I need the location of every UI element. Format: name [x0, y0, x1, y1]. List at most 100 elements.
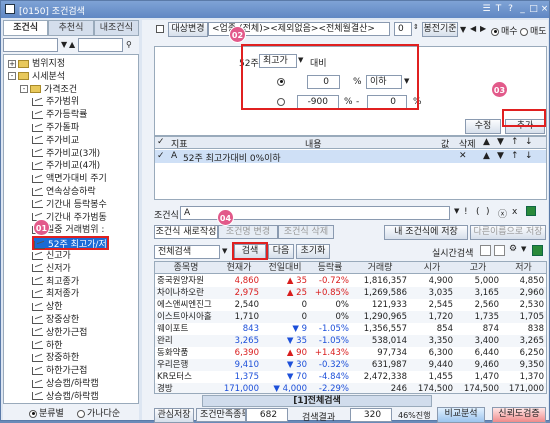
menu-icon[interactable]: ☰: [481, 3, 492, 15]
chart-icon[interactable]: [480, 245, 491, 256]
move-top-icon[interactable]: ↑: [511, 151, 519, 161]
step-badge-01: 01: [33, 219, 50, 236]
tree-node-label: 주가비교(4개): [46, 161, 101, 172]
list-icon[interactable]: [494, 245, 505, 256]
radio-sell[interactable]: 매도: [520, 24, 547, 37]
tree-node-label: 장중상한: [46, 315, 80, 325]
next-button[interactable]: 다음: [268, 244, 294, 259]
count-label: 조건만족종목: [196, 408, 246, 422]
expand-icon[interactable]: +: [8, 59, 16, 68]
save-as-button[interactable]: 다른이름으로 저장: [470, 225, 546, 240]
cell-high-price: 3,165: [474, 288, 499, 298]
cell-high-price: 174,500: [463, 384, 499, 394]
cell-high-price: 3,400: [474, 336, 499, 346]
cell-open-price: 6,300: [428, 348, 453, 358]
cell-change: ▼ 4,000: [261, 383, 309, 393]
move-bottom-icon[interactable]: ↓: [525, 151, 533, 161]
search-icon[interactable]: ⚲: [126, 40, 132, 49]
row-checkbox[interactable]: ✓: [157, 151, 165, 161]
dropdown-icon[interactable]: ▼: [454, 207, 459, 215]
cell-change: 0: [261, 311, 309, 323]
col-change-rate[interactable]: 등락률: [309, 262, 351, 274]
tab-recommend[interactable]: 추천식: [48, 20, 94, 36]
col-change[interactable]: 전일대비: [261, 262, 309, 274]
help-icon[interactable]: ?: [505, 3, 516, 15]
spinner-icon[interactable]: ⇕: [413, 23, 419, 31]
tree-node-label: 일중 거래범위 :: [46, 225, 105, 236]
change-value: 0: [301, 312, 307, 322]
dropdown-icon[interactable]: ▼: [521, 245, 526, 253]
cell-high-price: 1,735: [474, 312, 499, 322]
chart-line-icon: [32, 353, 43, 362]
tab-all-search[interactable]: [1]전체검색: [202, 395, 432, 407]
tree-node-label: 범위지정: [32, 59, 66, 69]
condition-grid-header: ✓ 지표 내용 값 삭제 ▲ ▼ ↑ ↓: [155, 137, 546, 150]
radio-buy[interactable]: 매수: [491, 24, 518, 37]
col-stock-name[interactable]: 종목명: [155, 262, 217, 274]
collapse-icon[interactable]: -: [20, 85, 28, 94]
cell-volume: 1,356,557: [363, 324, 407, 334]
tree-filter-select[interactable]: [3, 38, 58, 52]
font-icon[interactable]: T: [493, 3, 504, 15]
reset-button[interactable]: 초기화: [296, 244, 330, 259]
op-open[interactable]: (: [476, 207, 480, 217]
delete-formula-button[interactable]: 조건식 삭제: [278, 225, 334, 239]
col-low-price[interactable]: 저가: [501, 262, 546, 274]
op-clear[interactable]: x: [512, 207, 517, 217]
new-formula-button[interactable]: 조건식 새로작성: [154, 225, 218, 239]
cell-volume: 246: [390, 384, 407, 394]
col-volume[interactable]: 거래량: [351, 262, 409, 274]
move-up-icon[interactable]: ▲: [483, 151, 490, 161]
tree-node[interactable]: 상승캡/하락캡: [32, 390, 99, 403]
edit-button[interactable]: 수정: [465, 119, 501, 134]
cell-current-price: 4,860: [234, 276, 259, 286]
rename-button[interactable]: 조건명 변경: [218, 225, 278, 239]
condition-row[interactable]: ✓ A 52주 최고가대비 0%이하 ✕ ▲ ▼ ↑ ↓: [155, 150, 546, 164]
tab-my-condition[interactable]: 내조건식: [93, 20, 139, 36]
tree-node-label: 주가비교(3개): [46, 148, 101, 159]
op-x[interactable]: ⓧ: [498, 207, 507, 220]
period-dropdown-icon[interactable]: ▼: [460, 25, 466, 34]
search-bar: 전체검색 ▼ 검색 다음 초기화 실시간검색 ⚙ ▼: [154, 244, 547, 260]
move-down-icon[interactable]: ▼: [497, 151, 504, 161]
chart-line-icon: [32, 149, 43, 158]
col-high-price[interactable]: 고가: [455, 262, 501, 274]
delete-icon[interactable]: ✕: [459, 151, 467, 161]
cell-change-rate: 0%: [335, 312, 350, 322]
window: [0150] 조건검색 ☰ T ? _ □ × 조건식 추천식 내조건식 ▼ ▲…: [0, 0, 550, 423]
cell-high-price: 1,470: [474, 372, 499, 382]
cell-low-price: 2,960: [519, 288, 544, 298]
collapse-icon[interactable]: -: [8, 72, 16, 81]
cell-low-price: 1,370: [519, 372, 544, 382]
gear-icon[interactable]: ⚙: [509, 244, 517, 254]
chevron-up-icon[interactable]: ▲: [69, 40, 75, 49]
target-change-button[interactable]: 대상변경: [168, 22, 208, 37]
radio-alphabetical[interactable]: 가나다순: [77, 406, 120, 419]
chevron-down-icon[interactable]: ▼: [61, 40, 67, 49]
tree-node-label: 시세분석: [32, 71, 66, 82]
cell-open-price: 1,455: [428, 372, 453, 382]
radio-by-category[interactable]: 분류별: [29, 406, 64, 419]
close-icon[interactable]: ×: [539, 3, 550, 15]
excel-icon[interactable]: [532, 245, 543, 256]
chart-line-icon: [32, 200, 43, 209]
chevron-down-icon[interactable]: ▼: [222, 247, 227, 255]
period-spin-input[interactable]: 0: [394, 22, 412, 36]
tree-search-input[interactable]: [78, 38, 123, 52]
tab-condition[interactable]: 조건식: [3, 20, 49, 36]
col-open-price[interactable]: 시가: [409, 262, 455, 274]
col-current-price[interactable]: 현재가: [217, 262, 261, 274]
maximize-icon[interactable]: □: [528, 3, 539, 15]
arrow-left-icon[interactable]: ◀: [470, 24, 476, 33]
save-my-condition-button[interactable]: 내 조건식에 저장: [384, 225, 468, 240]
excel-icon[interactable]: [526, 206, 536, 216]
result-value: 320: [350, 408, 392, 422]
checkbox-icon[interactable]: [156, 25, 164, 33]
cell-current-price: 2,540: [234, 300, 259, 310]
op-not[interactable]: !: [464, 207, 468, 217]
period-basis-button[interactable]: 봉전기준: [422, 22, 458, 37]
op-close[interactable]: ): [486, 207, 490, 217]
arrow-right-icon[interactable]: ▶: [480, 24, 486, 33]
minimize-icon[interactable]: _: [517, 3, 528, 15]
search-scope-select[interactable]: 전체검색: [154, 245, 220, 259]
